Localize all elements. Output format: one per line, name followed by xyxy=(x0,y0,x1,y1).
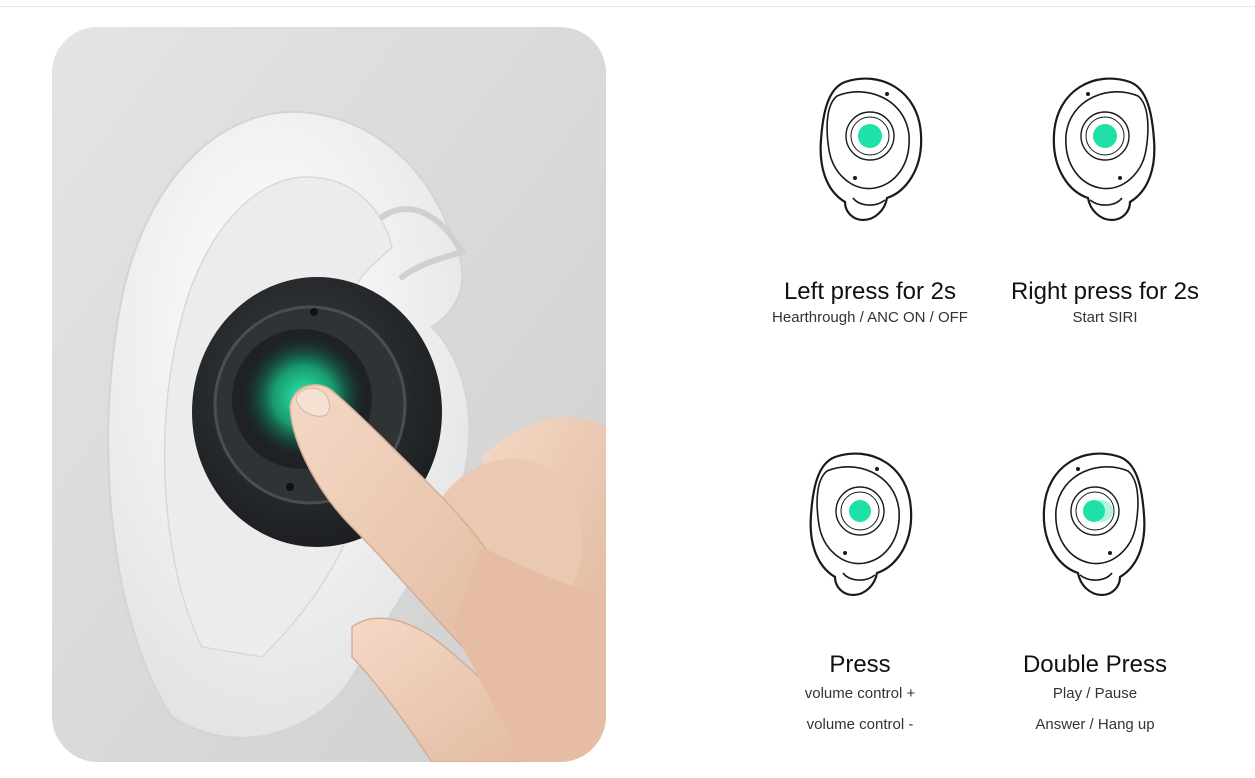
earbud-outline-icon xyxy=(819,77,923,222)
green-touch-dot-icon xyxy=(1083,500,1105,522)
gesture-description-line-2: Answer / Hang up xyxy=(1035,716,1155,733)
earbud-outline-icon xyxy=(1042,452,1146,597)
gesture-description-line-2: volume control - xyxy=(806,716,914,733)
gesture-double-press: Double Press Play / Pause Answer / Hang … xyxy=(995,445,1195,741)
gesture-right-press: Right press for 2s Start SIRI xyxy=(995,70,1215,334)
gesture-title: Double Press xyxy=(1022,651,1168,678)
gesture-press: Press volume control + volume control - xyxy=(740,445,980,741)
earbud-outline-icon xyxy=(1052,77,1156,222)
green-touch-dot-icon xyxy=(1093,124,1117,148)
green-touch-dot-icon xyxy=(849,500,871,522)
gesture-left-press: Left press for 2s Hearthrough / ANC ON /… xyxy=(740,70,1000,334)
gesture-description: Start SIRI xyxy=(1072,309,1138,326)
green-touch-dot-icon xyxy=(858,124,882,148)
top-divider xyxy=(0,6,1255,7)
gesture-title: Press xyxy=(829,651,891,678)
gesture-description-line-1: Play / Pause xyxy=(1052,685,1138,702)
gesture-description: Hearthrough / ANC ON / OFF xyxy=(772,309,968,326)
earbud-in-ear-photo xyxy=(52,27,606,762)
product-illustration-page: Left press for 2s Hearthrough / ANC ON /… xyxy=(0,0,1255,778)
ear-scene-illustration xyxy=(52,27,606,762)
gesture-description-line-1: volume control + xyxy=(804,685,916,702)
earbud-outline-icon xyxy=(809,452,913,597)
